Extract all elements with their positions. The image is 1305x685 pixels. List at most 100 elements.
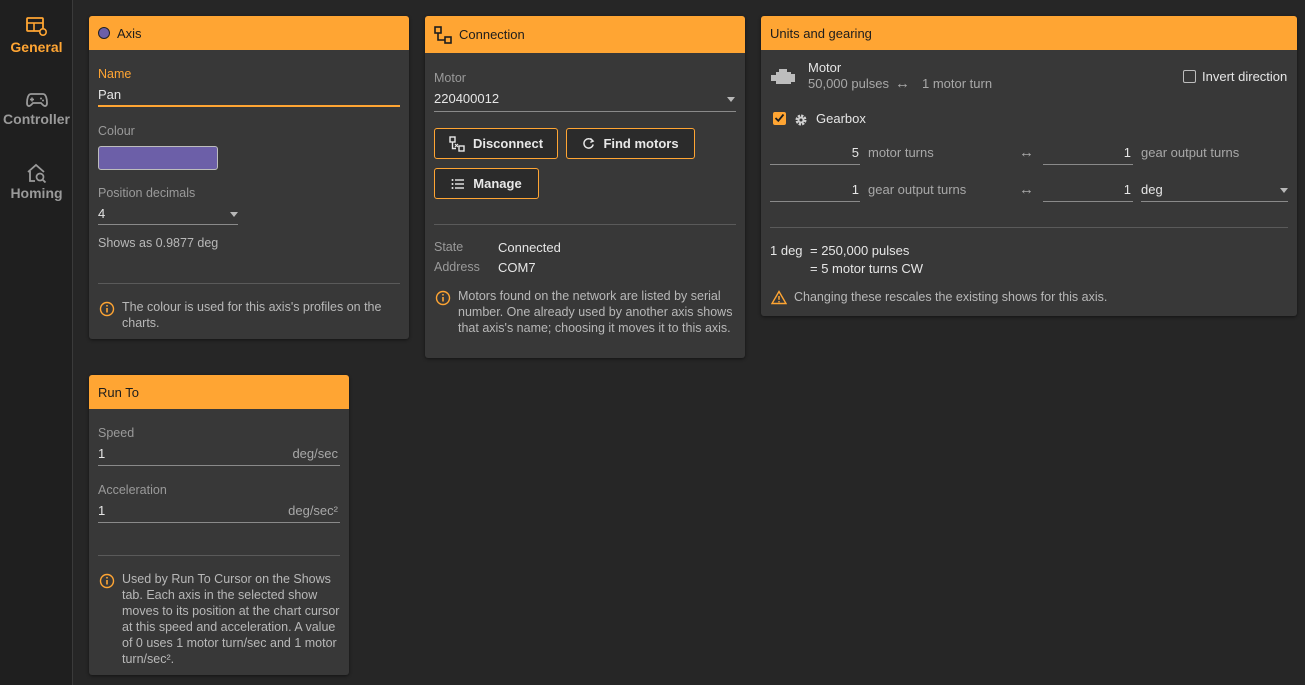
motor-select[interactable]: 220400012 [434,91,736,111]
gearbox-checkbox[interactable] [773,112,786,125]
list-icon [451,178,465,189]
unit-select-underline [1141,201,1288,202]
speed-label: Speed [98,426,135,440]
summary-motor-turns: = 5 motor turns CW [810,261,924,276]
gear-output-turns-input[interactable]: 1 [1043,145,1131,160]
gearbox-label: Gearbox [816,111,866,126]
invert-direction-checkbox[interactable] [1183,70,1196,83]
info-icon [99,573,115,589]
gamepad-icon [25,93,48,107]
acceleration-underline [98,522,340,523]
dashboard-settings-icon [25,17,47,37]
axis-info-text: The colour is used for this axis's profi… [122,300,382,330]
chevron-down-icon [1280,188,1288,193]
gear-output-turns-underline [1043,164,1133,165]
colour-picker[interactable] [98,146,218,170]
connection-card: Connection Motor 220400012 Disconnect Fi… [425,16,745,358]
gear-output-turns-unit: gear output turns [1141,145,1240,160]
sidebar: General Controller Homing [0,0,73,685]
colour-label: Colour [98,124,135,138]
nav-general-label: General [10,39,63,55]
summary-deg: 1 deg [770,243,803,258]
home-search-icon [26,163,46,183]
invert-direction-label: Invert direction [1202,69,1288,84]
speed-unit: deg/sec [292,446,338,461]
info-icon [435,290,451,306]
manage-button[interactable]: Manage [434,168,539,199]
axis-colour-dot [98,27,110,39]
disconnect-icon [449,135,465,152]
acceleration-label: Acceleration [98,483,167,497]
motor-pulses: 50,000 pulses [808,76,889,91]
speed-input[interactable]: 1 [98,446,278,461]
motor-turn: 1 motor turn [922,76,993,91]
decimals-select[interactable]: 4 [98,206,238,226]
axis-card-header: Axis [89,16,409,50]
nav-controller[interactable]: Controller [0,91,73,127]
units-card-header: Units and gearing [761,16,1297,50]
find-motors-button-label: Find motors [603,136,679,151]
find-motors-button[interactable]: Find motors [566,128,695,159]
manage-button-label: Manage [473,176,522,191]
disconnect-button[interactable]: Disconnect [434,128,558,159]
runto-card: Run To Speed 1 deg/sec Acceleration 1 de… [89,375,349,675]
speed-underline [98,465,340,466]
nav-homing[interactable]: Homing [0,163,73,201]
arrow-icon: ↔ [1019,144,1034,161]
arrow-icon: ↔ [1019,181,1034,198]
connection-card-header: Connection [425,16,745,53]
info-icon [99,301,115,317]
chevron-down-icon [727,97,735,102]
unit-select[interactable]: deg [1141,182,1287,197]
connection-card-title: Connection [459,27,525,42]
disconnect-button-label: Disconnect [472,136,544,151]
axis-divider [98,283,400,284]
engine-icon [771,69,795,84]
warning-icon [771,290,787,305]
name-label: Name [98,67,132,81]
gear-output-unit: gear output turns [868,182,967,197]
name-input[interactable]: Pan [98,87,398,107]
deg-value-input[interactable]: 1 [1043,182,1131,197]
motor-turns-underline [770,164,860,165]
axis-card-title: Axis [117,25,142,41]
refresh-icon [583,137,595,149]
nav-general[interactable]: General [0,17,73,55]
name-input-underline [98,105,400,107]
network-icon [434,25,452,44]
nav-controller-label: Controller [3,111,70,127]
units-divider [770,227,1288,228]
check-icon [774,113,785,123]
units-card-title: Units and gearing [770,25,872,41]
address-label: Address [434,260,480,274]
arrow-icon: ↔ [895,75,910,92]
motor-turns-input[interactable]: 5 [770,145,859,160]
state-label: State [434,240,464,254]
chevron-down-icon [230,212,238,217]
decimals-underline [98,224,238,225]
motor-select-underline [434,111,736,112]
units-card: Units and gearing Motor 50,000 pulses ↔ … [761,16,1297,316]
nav-homing-label: Homing [10,185,63,201]
motor-label: Motor [434,71,466,85]
runto-divider [98,555,340,556]
acceleration-unit: deg/sec² [288,503,338,518]
runto-card-header: Run To [89,375,349,409]
state-value: Connected [498,240,561,255]
gear-output-input[interactable]: 1 [770,182,859,197]
summary-pulses: = 250,000 pulses [810,243,910,258]
units-warning-text: Changing these rescales the existing sho… [794,290,1108,304]
runto-card-title: Run To [98,384,139,400]
address-value: COM7 [498,260,536,275]
gear-output-underline [770,201,860,202]
gear-icon [795,114,807,126]
axis-card: Axis Name Pan Colour Position decimals 4… [89,16,409,339]
decimals-label: Position decimals [98,186,196,200]
acceleration-input[interactable]: 1 [98,503,278,518]
deg-value-underline [1043,201,1133,202]
runto-info-text: Used by Run To Cursor on the Shows tab. … [122,572,340,666]
motor-title: Motor [808,60,842,75]
connection-info-text: Motors found on the network are listed b… [458,289,733,335]
shows-as-text: Shows as 0.9877 deg [98,236,219,250]
connection-divider [434,224,736,225]
